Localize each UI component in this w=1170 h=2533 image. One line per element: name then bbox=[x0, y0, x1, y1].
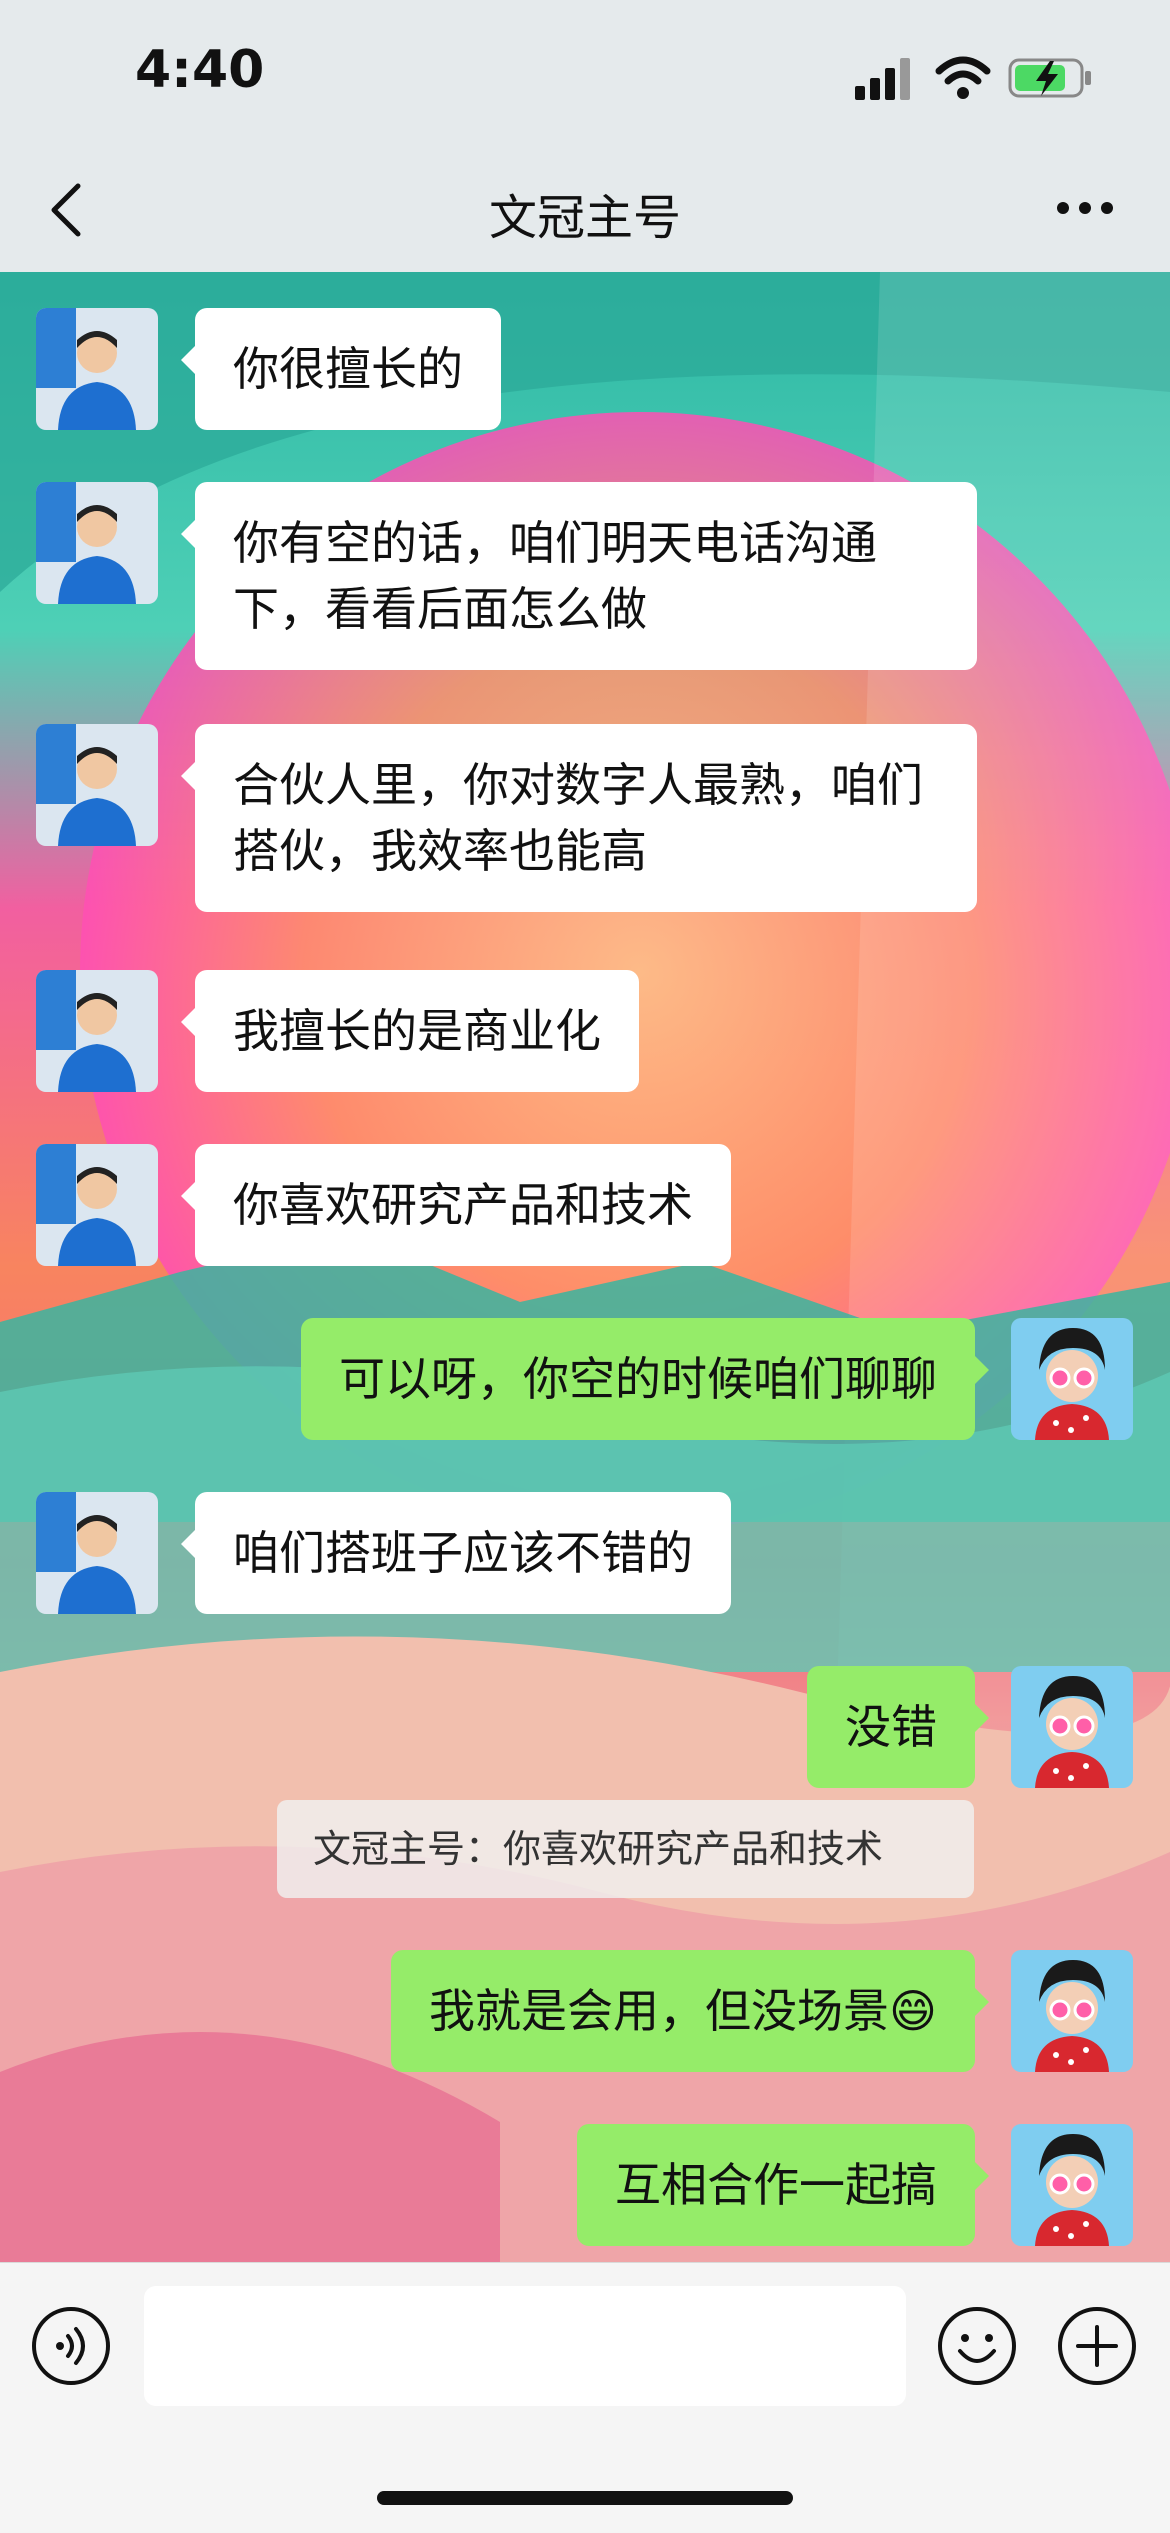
message-list[interactable]: 你很擅长的 你有空的话，咱们明天电话沟通下，看看后面怎么做 合伙人里，你对数字人… bbox=[0, 272, 1170, 2262]
contact-avatar[interactable] bbox=[36, 482, 158, 604]
message-bubble[interactable]: 你喜欢研究产品和技术 bbox=[181, 1144, 731, 1266]
message-bubble[interactable]: 可以呀，你空的时候咱们聊聊 bbox=[301, 1318, 989, 1440]
my-avatar[interactable] bbox=[1011, 1950, 1133, 2072]
message-input[interactable] bbox=[144, 2286, 906, 2406]
chat-title: 文冠主号 bbox=[488, 190, 681, 246]
my-avatar[interactable] bbox=[1011, 1666, 1133, 1788]
status-bar: 4:40 bbox=[0, 0, 1170, 150]
input-bar bbox=[0, 2262, 1170, 2533]
contact-avatar[interactable] bbox=[36, 1492, 158, 1614]
home-indicator[interactable] bbox=[377, 2491, 793, 2505]
signal-icon bbox=[855, 58, 910, 100]
battery-charging-icon bbox=[1008, 58, 1091, 98]
status-time: 4:40 bbox=[135, 40, 265, 100]
contact-avatar[interactable] bbox=[36, 970, 158, 1092]
contact-avatar[interactable] bbox=[36, 308, 158, 430]
message-bubble[interactable]: 咱们搭班子应该不错的 bbox=[181, 1492, 731, 1614]
message-bubble[interactable]: 你有空的话，咱们明天电话沟通下，看看后面怎么做 bbox=[181, 482, 977, 670]
message-bubble[interactable]: 我就是会用，但没场景😄 bbox=[391, 1950, 989, 2072]
message-bubble[interactable]: 我擅长的是商业化 bbox=[181, 970, 639, 1092]
voice-icon[interactable] bbox=[30, 2305, 112, 2387]
message-bubble[interactable]: 互相合作一起搞 bbox=[577, 2124, 989, 2246]
message-bubble[interactable]: 你很擅长的 bbox=[181, 308, 501, 430]
my-avatar[interactable] bbox=[1011, 1318, 1133, 1440]
message-bubble[interactable]: 合伙人里，你对数字人最熟，咱们搭伙，我效率也能高 bbox=[181, 724, 977, 912]
chat-header: 文冠主号 bbox=[0, 150, 1170, 273]
my-avatar[interactable] bbox=[1011, 2124, 1133, 2246]
contact-avatar[interactable] bbox=[36, 724, 158, 846]
emoji-icon[interactable] bbox=[936, 2305, 1018, 2387]
quoted-reply[interactable]: 文冠主号：你喜欢研究产品和技术 bbox=[277, 1800, 974, 1898]
message-bubble[interactable]: 没错 bbox=[807, 1666, 989, 1788]
contact-avatar[interactable] bbox=[36, 1144, 158, 1266]
plus-icon[interactable] bbox=[1056, 2305, 1138, 2387]
more-icon[interactable] bbox=[1055, 188, 1115, 228]
wifi-icon bbox=[935, 56, 991, 99]
